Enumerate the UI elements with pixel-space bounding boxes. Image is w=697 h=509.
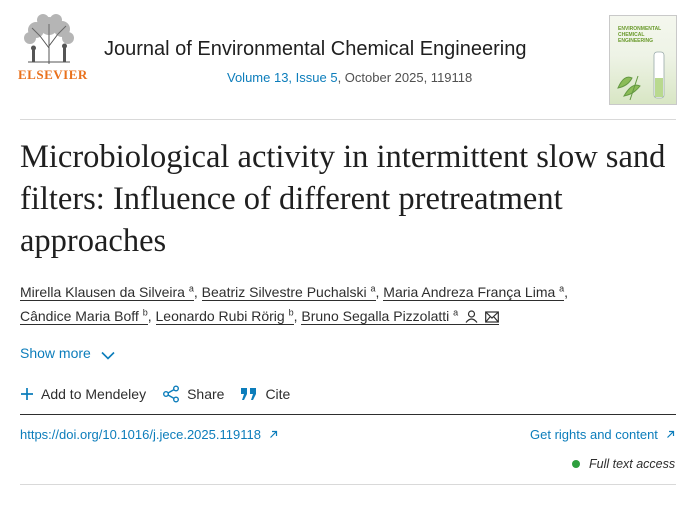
show-more-button[interactable]: Show more (20, 345, 115, 361)
author-list: Mirella Klausen da Silveira a, Beatriz S… (20, 280, 660, 330)
chevron-down-icon (101, 351, 115, 360)
article-title: Microbiological activity in intermittent… (20, 139, 666, 259)
author-link[interactable]: Cândice Maria Boff b (20, 308, 148, 325)
actions-divider (20, 414, 676, 415)
share-button[interactable]: Share (162, 385, 224, 403)
header-divider (20, 119, 676, 120)
get-rights-link[interactable]: Get rights and content (530, 427, 675, 442)
author-link[interactable]: Leonardo Rubi Rörig b (155, 308, 294, 325)
external-link-icon (666, 430, 674, 438)
access-label: Full text access (589, 457, 676, 471)
add-to-mendeley-label: Add to Mendeley (41, 386, 147, 402)
person-icon (465, 306, 478, 330)
author-link[interactable]: Mirella Klausen da Silveira a (20, 284, 194, 301)
author-link[interactable]: Maria Andreza França Lima a (383, 284, 565, 301)
doi-link[interactable]: https://doi.org/10.1016/j.jece.2025.1191… (20, 427, 278, 442)
rights-label: Get rights and content (530, 427, 658, 442)
add-to-mendeley-button[interactable]: Add to Mendeley (20, 386, 146, 402)
access-status: Full text access (572, 457, 675, 471)
quote-icon (241, 388, 257, 400)
cite-label: Cite (265, 386, 291, 402)
volume-issue-link[interactable]: Volume 13, Issue 5 (227, 70, 338, 85)
show-more-label: Show more (20, 345, 91, 361)
author-link[interactable]: Beatriz Silvestre Puchalski a (201, 284, 376, 301)
publisher-name: ELSEVIER (18, 67, 88, 82)
article-actions: Add to Mendeley Share Cite (20, 385, 306, 403)
cite-button[interactable]: Cite (240, 386, 290, 402)
share-label: Share (187, 386, 225, 402)
issue-info: Volume 13, Issue 5, October 2025, 119118 (227, 70, 472, 85)
plus-icon (21, 388, 33, 400)
author-link[interactable]: Bruno Segalla Pizzolatti a (301, 308, 499, 325)
journal-cover-image[interactable]: ENVIRONMENTAL CHEMICAL ENGINEERING (609, 15, 677, 105)
issue-date: , October 2025, 119118 (337, 70, 473, 85)
bottom-divider (20, 484, 676, 485)
external-link-icon (269, 430, 277, 438)
envelope-icon (485, 306, 499, 330)
doi-label: https://doi.org/10.1016/j.jece.2025.1191… (20, 427, 261, 442)
access-dot-icon (572, 460, 580, 468)
journal-title-link[interactable]: Journal of Environmental Chemical Engine… (104, 38, 526, 61)
share-icon (163, 385, 180, 403)
